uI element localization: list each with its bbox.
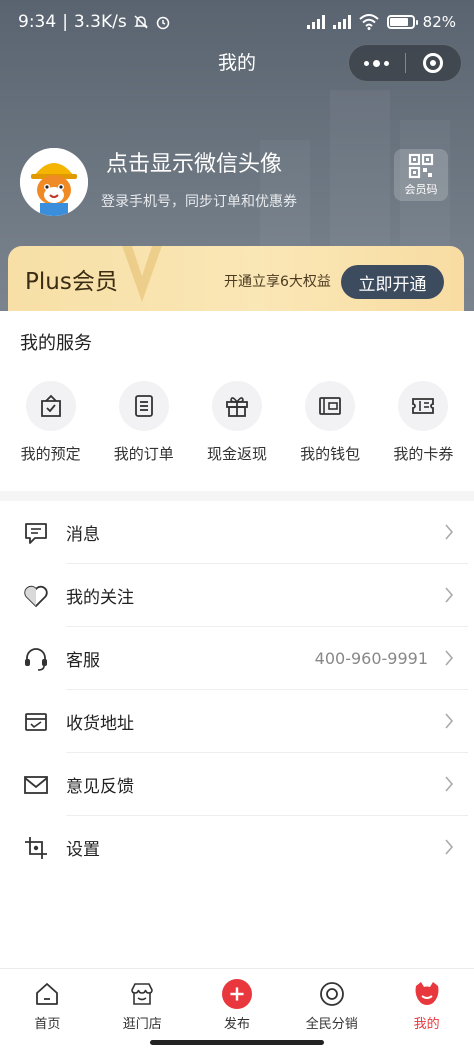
home-icon <box>32 979 62 1009</box>
menu-item-messages[interactable]: 消息 <box>0 501 474 564</box>
service-my-booking[interactable]: 我的预定 <box>9 381 93 464</box>
menu-label: 收货地址 <box>66 714 134 734</box>
main-content: 我的服务 我的预定 我的订单 现金返现 我的钱包 我的卡券 消息 我的关注 客服… <box>0 311 474 971</box>
qr-code-icon <box>408 153 434 179</box>
menu-label: 意见反馈 <box>66 777 134 797</box>
chevron-right-icon <box>445 713 454 729</box>
status-bar: 9:34 | 3.3K/s 82% <box>18 12 456 32</box>
network-speed: 3.3K/s <box>73 12 127 32</box>
services-title: 我的服务 <box>20 333 92 354</box>
plus-description: 开通立享6大权益 <box>224 274 331 290</box>
fox-mascot-icon <box>20 148 88 216</box>
service-wallet[interactable]: 我的钱包 <box>288 381 372 464</box>
home-indicator <box>150 1040 324 1045</box>
profile-subtitle[interactable]: 登录手机号，同步订单和优惠券 <box>101 192 297 212</box>
more-dots-icon <box>364 59 390 67</box>
service-label: 我的钱包 <box>300 445 361 463</box>
plus-icon <box>221 979 252 1009</box>
tab-distribution[interactable]: 全民分销 <box>284 969 379 1032</box>
battery-percent: 82% <box>422 13 456 31</box>
tab-label: 逛门店 <box>122 1017 162 1032</box>
tab-publish[interactable]: 发布 <box>190 969 285 1032</box>
status-time: 9:34 <box>18 12 57 32</box>
section-divider <box>0 491 474 501</box>
chevron-right-icon <box>445 839 454 855</box>
mute-bell-icon <box>133 15 148 29</box>
mini-program-capsule <box>348 44 462 82</box>
headset-icon <box>20 643 52 675</box>
address-card-icon <box>20 706 52 738</box>
close-mini-program-button[interactable] <box>406 45 462 81</box>
tab-label: 发布 <box>223 1017 250 1032</box>
gift-icon <box>211 381 262 431</box>
tab-label: 首页 <box>34 1017 61 1032</box>
menu-label: 客服 <box>66 651 100 671</box>
ticket-icon <box>398 381 449 431</box>
bottom-tab-bar: 首页 逛门店 发布 全民分销 我的 <box>0 968 474 1032</box>
signal-2-icon <box>332 15 351 29</box>
profile-icon <box>412 979 442 1009</box>
wallet-icon <box>305 381 356 431</box>
settings-icon <box>20 832 52 864</box>
service-label: 我的订单 <box>113 445 174 463</box>
store-icon <box>127 979 157 1009</box>
hotline-number[interactable]: 400-960-9991 <box>315 649 428 668</box>
mail-icon <box>20 769 52 801</box>
service-label: 现金返现 <box>206 445 267 463</box>
order-list-icon <box>118 381 169 431</box>
menu-label: 我的关注 <box>66 588 134 608</box>
menu-label: 消息 <box>66 525 100 545</box>
message-icon <box>20 517 52 549</box>
tab-label: 全民分销 <box>305 1017 358 1032</box>
target-icon <box>317 979 347 1009</box>
menu-item-address[interactable]: 收货地址 <box>0 690 474 753</box>
profile-name[interactable]: 点击显示微信头像 <box>106 150 282 180</box>
chevron-right-icon <box>445 587 454 603</box>
menu-item-feedback[interactable]: 意见反馈 <box>0 753 474 816</box>
exit-target-icon <box>423 53 444 73</box>
service-cashback[interactable]: 现金返现 <box>195 381 279 464</box>
service-label: 我的预定 <box>20 445 81 463</box>
member-code-label: 会员码 <box>404 183 438 196</box>
chevron-right-icon <box>445 776 454 792</box>
menu-label: 设置 <box>66 840 100 860</box>
service-my-orders[interactable]: 我的订单 <box>102 381 186 464</box>
more-button[interactable] <box>349 45 405 81</box>
settings-menu: 消息 我的关注 客服 400-960-9991 收货地址 意见反馈 设置 <box>0 501 474 879</box>
alarm-icon <box>156 16 169 30</box>
service-label: 我的卡券 <box>393 445 454 463</box>
tab-store[interactable]: 逛门店 <box>95 969 190 1032</box>
avatar[interactable] <box>20 148 88 216</box>
wifi-icon <box>358 14 379 30</box>
chevron-right-icon <box>445 524 454 540</box>
tab-home[interactable]: 首页 <box>0 969 95 1032</box>
plus-title: Plus会员 <box>25 269 118 295</box>
menu-item-customer-service[interactable]: 客服 400-960-9991 <box>0 627 474 690</box>
tab-profile[interactable]: 我的 <box>379 969 474 1032</box>
tab-label: 我的 <box>413 1017 440 1032</box>
chevron-right-icon <box>445 650 454 666</box>
signal-1-icon <box>306 15 325 29</box>
service-coupons[interactable]: 我的卡券 <box>381 381 465 464</box>
member-code-button[interactable]: 会员码 <box>394 149 448 201</box>
battery-icon <box>386 15 418 29</box>
heart-icon <box>20 580 52 612</box>
menu-item-settings[interactable]: 设置 <box>0 816 474 879</box>
plus-open-button[interactable]: 立即开通 <box>341 265 444 299</box>
services-grid: 我的预定 我的订单 现金返现 我的钱包 我的卡券 <box>0 381 474 464</box>
menu-item-following[interactable]: 我的关注 <box>0 564 474 627</box>
plus-logo-decoration <box>122 246 162 302</box>
calendar-check-icon <box>25 381 76 431</box>
